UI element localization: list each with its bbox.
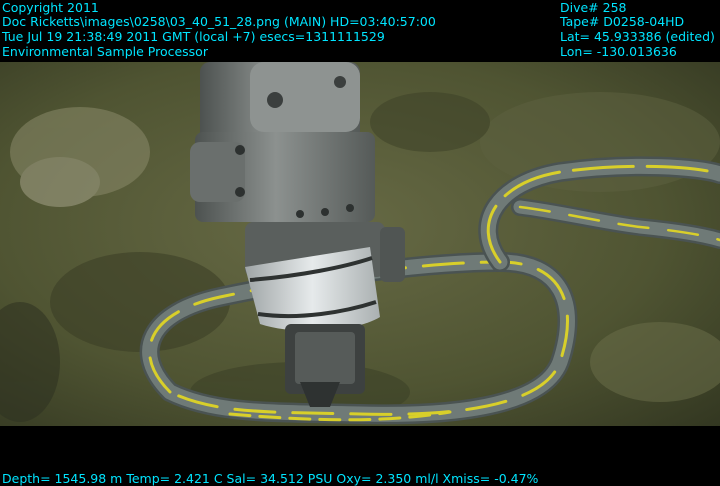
image-info-text: Doc Ricketts\images\0258\03_40_51_28.png…	[2, 14, 436, 29]
longitude-text: Lon= -130.013636	[560, 44, 677, 59]
tape-text: Tape# D0258-04HD	[560, 14, 685, 29]
datetime-text: Tue Jul 19 21:38:49 2011 GMT (local +7) …	[2, 29, 385, 44]
dive-number-text: Dive# 258	[560, 0, 627, 15]
copyright-text: Copyright 2011	[2, 0, 99, 15]
instrument-text: Environmental Sample Processor	[2, 44, 208, 59]
sensor-readout-text: Depth= 1545.98 m Temp= 2.421 C Sal= 34.5…	[2, 471, 539, 486]
latitude-text: Lat= 45.933386 (edited)	[560, 29, 715, 44]
seafloor-scene	[0, 62, 720, 426]
